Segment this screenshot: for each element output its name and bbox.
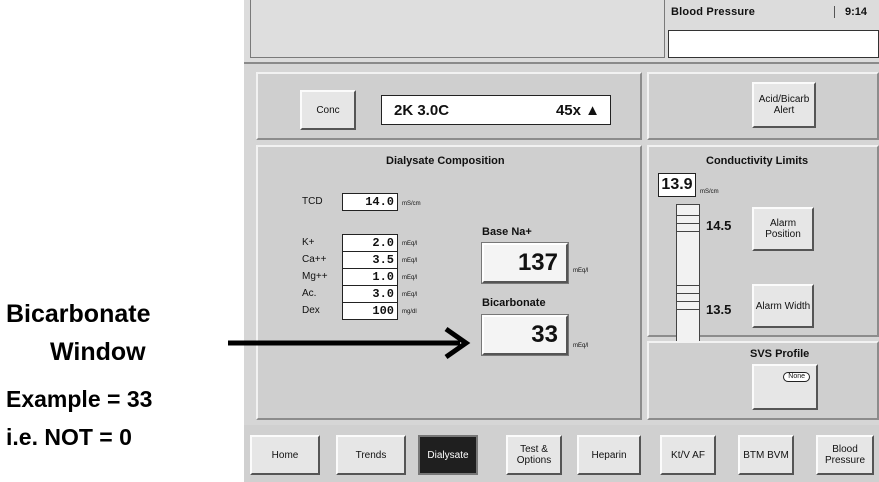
annotation-arrow	[228, 326, 471, 360]
